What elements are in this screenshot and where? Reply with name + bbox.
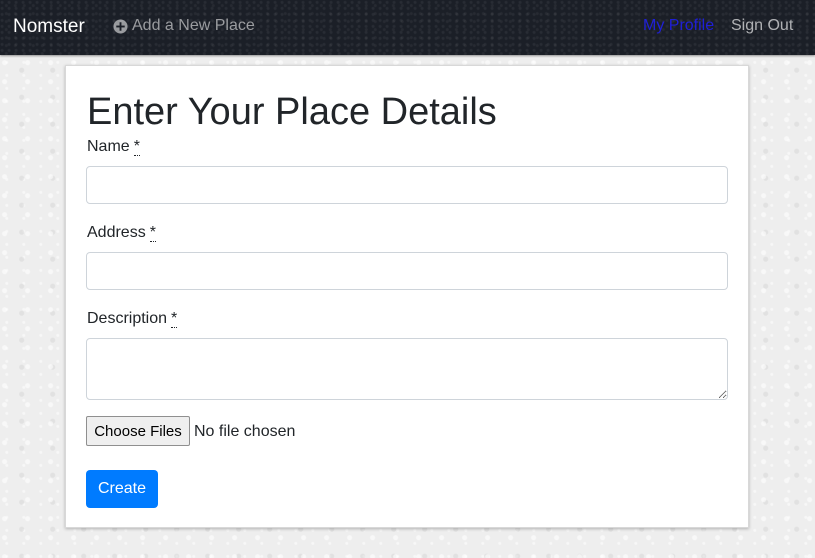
brand-link[interactable]: Nomster [13,16,85,38]
page-title: Enter Your Place Details [87,91,497,133]
add-new-place-label: Add a New Place [132,17,255,34]
sign-out-link[interactable]: Sign Out [731,17,793,35]
place-form-card: Enter Your Place Details Name * Address * … [65,65,749,528]
description-textarea[interactable] [86,338,728,400]
required-marker: * [149,224,156,242]
description-label-text: Description [87,310,168,327]
create-button[interactable]: Create [86,470,158,508]
add-new-place-link[interactable]: Add a New Place [113,17,255,35]
top-navbar: Nomster Add a New Place My Profile Sign … [0,0,815,55]
name-label: Name * [87,138,140,156]
description-label: Description * [87,310,178,328]
name-label-text: Name [87,138,130,155]
address-input[interactable] [86,252,728,290]
plus-circle-icon [113,18,128,34]
required-marker: * [133,138,140,156]
choose-files-button[interactable]: Choose Files [86,416,190,446]
address-label: Address * [87,224,156,242]
file-status-text: No file chosen [194,423,296,440]
name-input[interactable] [86,166,728,204]
required-marker: * [171,310,178,328]
my-profile-link[interactable]: My Profile [643,17,714,35]
address-label-text: Address [87,224,146,241]
